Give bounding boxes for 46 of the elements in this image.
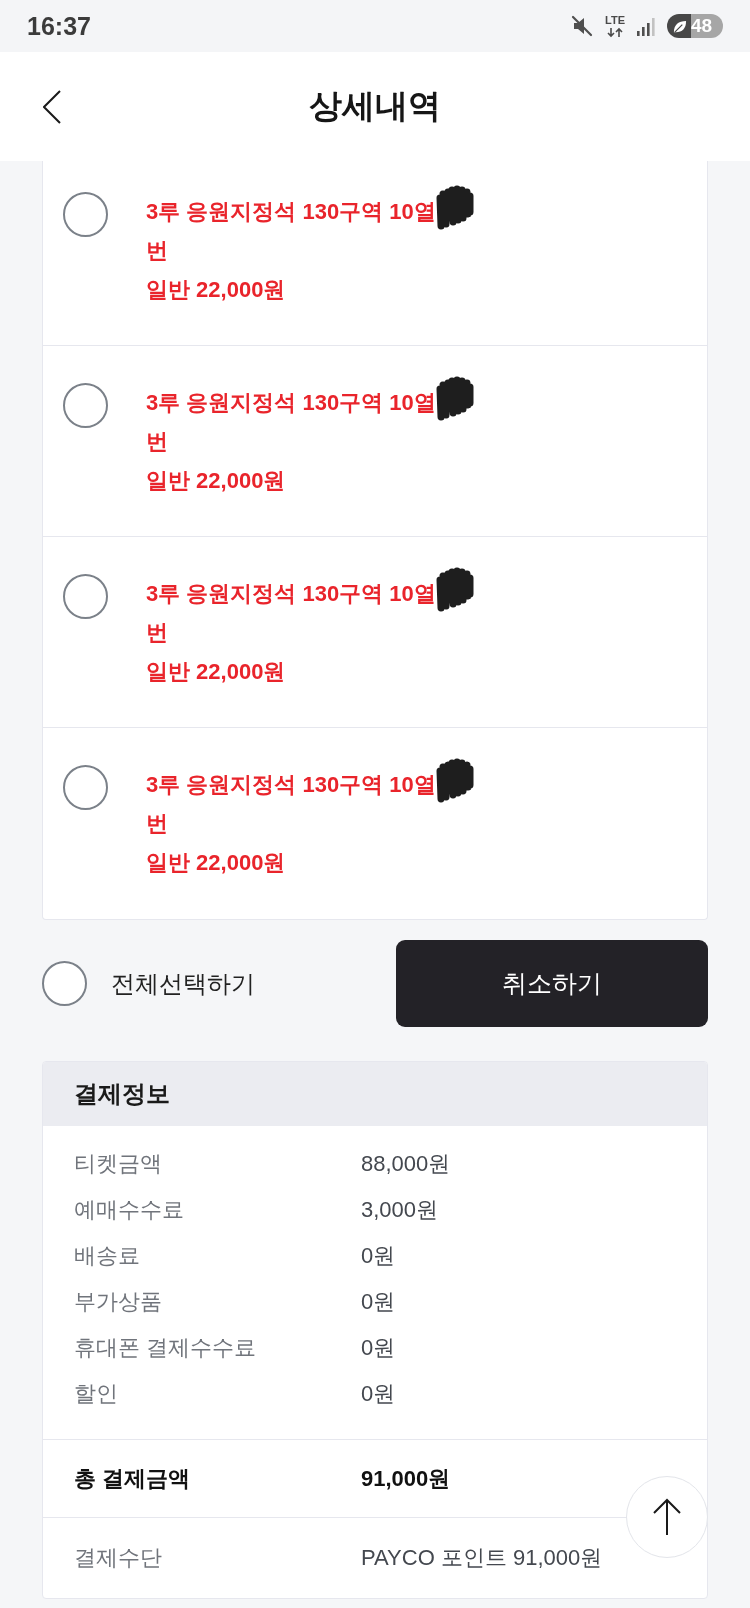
payment-method-label: 결제수단 — [74, 1544, 163, 1572]
payment-value: 3,000원 — [361, 1196, 440, 1224]
payment-label: 휴대폰 결제수수료 — [74, 1334, 258, 1362]
payment-value: 0원 — [361, 1288, 397, 1316]
ticket-price-text: 일반 22,000원 — [146, 849, 287, 877]
total-label: 총 결제금액 — [74, 1464, 192, 1493]
seat-info-text: 3루 응원지정석 130구역 10열 — [146, 771, 436, 799]
seat-suffix-text: 번 — [146, 428, 169, 456]
radio-button[interactable] — [63, 192, 108, 237]
payment-label: 예매수수료 — [74, 1196, 185, 1224]
ticket-price-text: 일반 22,000원 — [146, 276, 287, 304]
network-type-label: LTE — [605, 14, 625, 26]
chevron-left-icon — [43, 89, 61, 124]
battery-percent: 48 — [691, 14, 713, 38]
select-all-label[interactable]: 전체선택하기 — [111, 967, 255, 1000]
payment-value: 0원 — [361, 1242, 397, 1270]
payment-title: 결제정보 — [74, 1079, 170, 1109]
data-arrows-icon — [607, 26, 623, 38]
seat-info-text: 3루 응원지정석 130구역 10열 — [146, 389, 436, 417]
payment-label: 배송료 — [74, 1242, 141, 1270]
payment-label: 티켓금액 — [74, 1150, 163, 1178]
ticket-price-text: 일반 22,000원 — [146, 658, 287, 686]
seat-info-text: 3루 응원지정석 130구역 10열 — [146, 580, 436, 608]
page-title: 상세내역 — [309, 86, 441, 126]
payment-label: 부가상품 — [74, 1288, 163, 1316]
cancel-button[interactable]: 취소하기 — [396, 940, 708, 1027]
payment-value: 0원 — [361, 1380, 397, 1408]
ticket-price-text: 일반 22,000원 — [146, 467, 287, 495]
select-all-radio[interactable] — [42, 961, 87, 1006]
radio-button[interactable] — [63, 765, 108, 810]
radio-button[interactable] — [63, 383, 108, 428]
leaf-icon — [672, 18, 687, 34]
arrow-up-icon — [653, 1498, 681, 1536]
seat-suffix-text: 번 — [146, 810, 169, 838]
payment-value: 0원 — [361, 1334, 397, 1362]
signal-icon — [637, 16, 655, 36]
total-value: 91,000원 — [361, 1464, 452, 1493]
payment-label: 할인 — [74, 1380, 119, 1408]
seat-suffix-text: 번 — [146, 619, 169, 647]
seat-suffix-text: 번 — [146, 237, 169, 265]
payment-method-value: PAYCO 포인트 91,000원 — [361, 1544, 604, 1572]
payment-value: 88,000원 — [361, 1150, 452, 1178]
radio-button[interactable] — [63, 574, 108, 619]
seat-info-text: 3루 응원지정석 130구역 10열 — [146, 198, 436, 226]
mute-icon — [571, 15, 594, 37]
status-time: 16:37 — [27, 11, 91, 41]
